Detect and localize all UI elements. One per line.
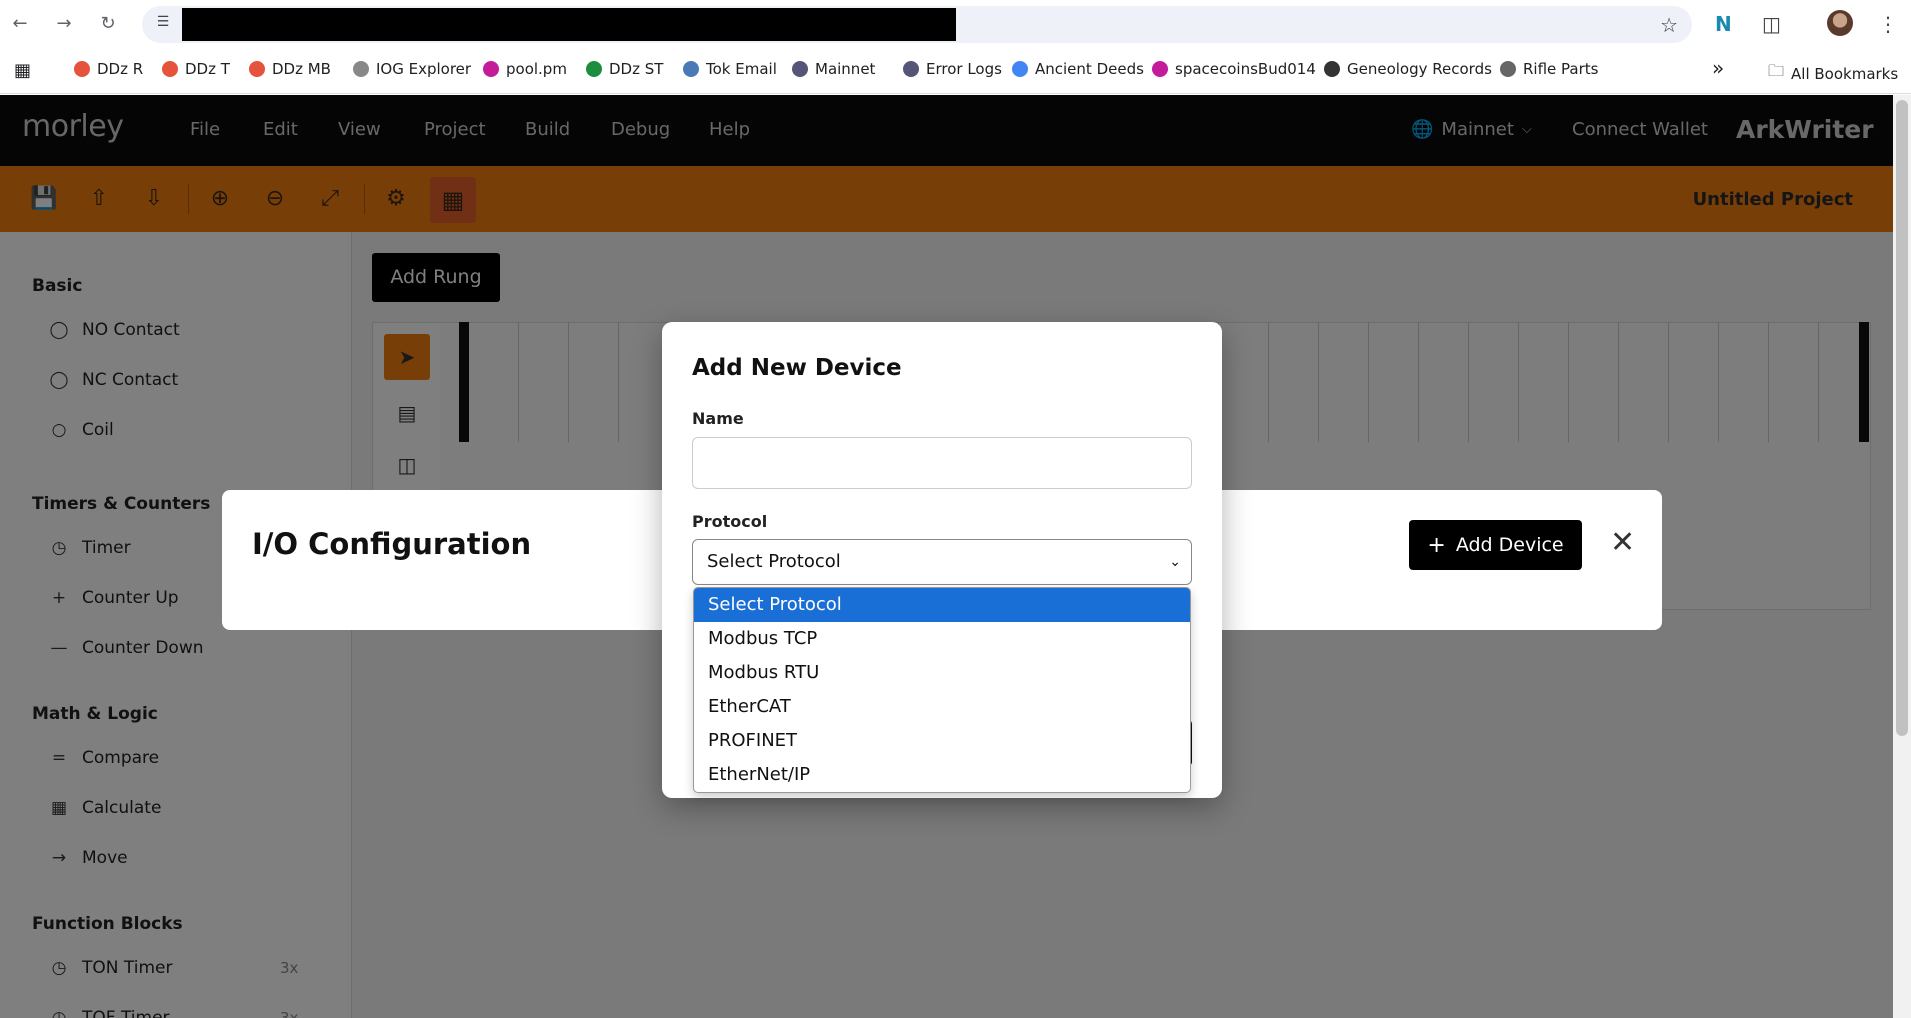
bookmark-label: DDz R xyxy=(97,60,144,78)
protocol-option[interactable]: EtherNet/IP xyxy=(694,758,1190,792)
bookmark-favicon-icon xyxy=(483,61,499,77)
protocol-option[interactable]: Modbus TCP xyxy=(694,622,1190,656)
protocol-option[interactable]: EtherCAT xyxy=(694,690,1190,724)
bookmark-item[interactable]: Mainnet xyxy=(792,60,875,78)
bookmark-item[interactable]: Ancient Deeds xyxy=(1012,60,1144,78)
bookmark-favicon-icon xyxy=(1324,61,1340,77)
extension-n-icon[interactable]: N xyxy=(1715,12,1732,36)
bookmark-item[interactable]: Rifle Parts xyxy=(1500,60,1598,78)
protocol-option[interactable]: Select Protocol xyxy=(694,588,1190,622)
bookmark-label: IOG Explorer xyxy=(376,60,472,78)
address-bar[interactable]: ☰ ☆ xyxy=(142,6,1692,43)
protocol-option[interactable]: Modbus RTU xyxy=(694,656,1190,690)
name-label: Name xyxy=(692,409,744,428)
forward-icon[interactable]: → xyxy=(52,12,76,36)
bookmark-favicon-icon xyxy=(792,61,808,77)
bookmark-label: pool.pm xyxy=(506,60,567,78)
scrollbar-thumb[interactable] xyxy=(1896,100,1908,736)
bookmark-item[interactable]: DDz MB xyxy=(249,60,331,78)
bookmark-label: DDz T xyxy=(185,60,230,78)
url-redacted xyxy=(182,8,956,41)
bookmark-favicon-icon xyxy=(683,61,699,77)
protocol-dropdown-list: Select Protocol Modbus TCP Modbus RTU Ether… xyxy=(693,587,1191,793)
bookmarks-bar: ▦ DDz R DDz T DDz MB IOG Explorer pool.pm DDz… xyxy=(0,48,1911,94)
all-bookmarks-label: All Bookmarks xyxy=(1791,64,1899,83)
apps-grid-icon[interactable]: ▦ xyxy=(14,60,31,81)
bookmark-favicon-icon xyxy=(903,61,919,77)
bookmark-label: Rifle Parts xyxy=(1523,60,1599,78)
bookmark-favicon-icon xyxy=(586,61,602,77)
reload-icon[interactable]: ↻ xyxy=(96,12,120,36)
modal-title: Add New Device xyxy=(692,355,902,381)
bookmark-item[interactable]: Geneology Records xyxy=(1324,60,1492,78)
extensions-puzzle-icon[interactable]: ◫ xyxy=(1762,12,1781,36)
all-bookmarks[interactable]: 🗀 All Bookmarks xyxy=(1768,60,1898,87)
bookmarks-more-icon[interactable]: » xyxy=(1712,56,1724,80)
protocol-label: Protocol xyxy=(692,512,768,531)
bookmark-item[interactable]: Tok Email xyxy=(683,60,777,78)
bookmark-favicon-icon xyxy=(353,61,369,77)
bookmark-item[interactable]: DDz T xyxy=(162,60,230,78)
bookmark-item[interactable]: spacecoinsBud014 xyxy=(1152,60,1316,78)
bookmark-label: Tok Email xyxy=(706,60,777,78)
back-icon[interactable]: ← xyxy=(8,12,32,36)
bookmark-star-icon[interactable]: ☆ xyxy=(1660,13,1678,37)
bookmark-favicon-icon xyxy=(74,61,90,77)
bookmark-favicon-icon xyxy=(249,61,265,77)
bookmark-label: Error Logs xyxy=(926,60,1002,78)
bookmark-label: Ancient Deeds xyxy=(1035,60,1144,78)
bookmark-item[interactable]: DDz R xyxy=(74,60,143,78)
bookmark-label: spacecoinsBud014 xyxy=(1175,60,1316,78)
bookmark-label: DDz MB xyxy=(272,60,331,78)
bookmark-item[interactable]: Error Logs xyxy=(903,60,1002,78)
bookmark-label: Geneology Records xyxy=(1347,60,1492,78)
browser-menu-icon[interactable]: ⋮ xyxy=(1878,12,1898,36)
profile-avatar[interactable] xyxy=(1827,10,1853,36)
bookmark-item[interactable]: pool.pm xyxy=(483,60,567,78)
folder-icon: 🗀 xyxy=(1768,61,1785,80)
bookmark-label: DDz ST xyxy=(609,60,664,78)
bookmark-item[interactable]: DDz ST xyxy=(586,60,663,78)
bookmark-favicon-icon xyxy=(1500,61,1516,77)
protocol-option[interactable]: PROFINET xyxy=(694,724,1190,758)
device-name-input[interactable] xyxy=(692,437,1192,489)
bookmark-item[interactable]: IOG Explorer xyxy=(353,60,471,78)
bookmark-favicon-icon xyxy=(1012,61,1028,77)
bookmark-favicon-icon xyxy=(1152,61,1168,77)
site-settings-icon[interactable]: ☰ xyxy=(152,14,174,36)
bookmark-favicon-icon xyxy=(162,61,178,77)
chevron-down-icon: ⌄ xyxy=(1169,554,1181,570)
browser-toolbar: ← → ↻ ☰ ☆ N ◫ ⋮ xyxy=(0,0,1911,48)
protocol-select[interactable]: Select Protocol ⌄ xyxy=(692,539,1192,585)
protocol-selected-value: Select Protocol xyxy=(707,551,841,572)
bookmark-label: Mainnet xyxy=(815,60,876,78)
